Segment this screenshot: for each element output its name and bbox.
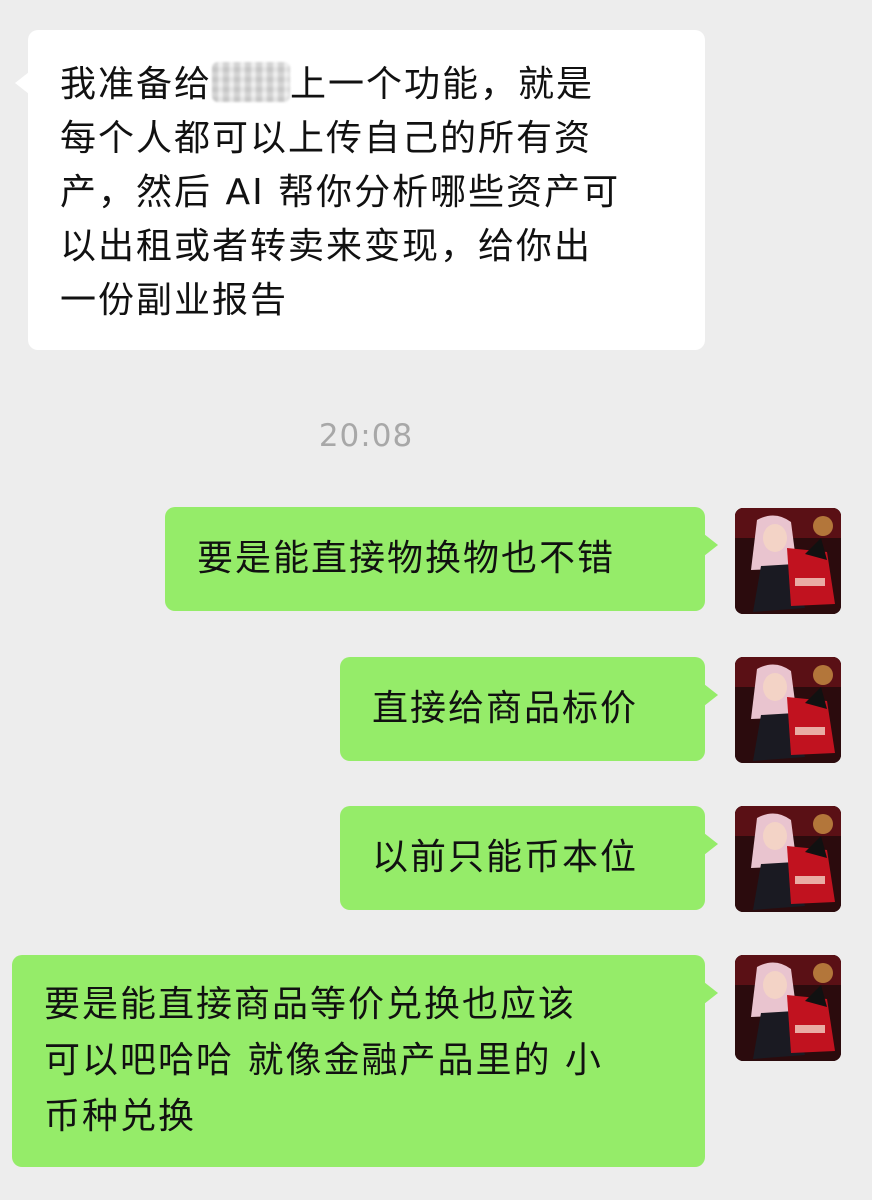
avatar[interactable] — [735, 657, 841, 763]
message-line: 每个人都可以上传自己的所有资 — [60, 118, 593, 159]
message-bubble-incoming[interactable]: 我准备给 上一个功能，就是 每个人都可以上传自己的所有资 产，然后 AI 帮你分析… — [15, 30, 705, 350]
message-bubble-outgoing[interactable]: 要是能直接商品等价兑换也应该 可以吧哈哈 就像金融产品里的 小 币种兑换 — [12, 955, 718, 1167]
anime-avatar-icon — [735, 955, 841, 1061]
message-line: 以出租或者转卖来变现，给你出 — [60, 226, 593, 267]
timestamp: 20:08 — [318, 418, 414, 454]
message-line: 币种兑换 — [44, 1096, 197, 1137]
message-text-segment: 上一个功能，就是 — [290, 64, 595, 105]
bubble-tail — [704, 833, 718, 855]
avatar[interactable] — [735, 955, 841, 1061]
message-bubble-outgoing[interactable]: 直接给商品标价 — [340, 657, 718, 761]
message-line: 一份副业报告 — [60, 280, 289, 321]
message-text: 直接给商品标价 — [372, 688, 639, 729]
anime-avatar-icon — [735, 806, 841, 912]
avatar[interactable] — [735, 508, 841, 614]
bubble-tail — [704, 982, 718, 1004]
bubble-tail — [15, 72, 29, 94]
message-text: 要是能直接物换物也不错 — [197, 538, 616, 579]
anime-avatar-icon — [735, 657, 841, 763]
message-bubble-outgoing[interactable]: 以前只能币本位 — [340, 806, 718, 910]
message-bubble-outgoing[interactable]: 要是能直接物换物也不错 — [165, 507, 718, 611]
bubble-tail — [704, 684, 718, 706]
message-line: 可以吧哈哈 就像金融产品里的 小 — [44, 1040, 603, 1081]
message-line: 产，然后 AI 帮你分析哪些资产可 — [60, 172, 621, 213]
bubble-tail — [704, 534, 718, 556]
message-line: 我准备给 上一个功能，就是 — [60, 58, 681, 112]
message-line: 要是能直接商品等价兑换也应该 — [44, 984, 577, 1025]
redacted-text — [212, 62, 291, 102]
message-text: 以前只能币本位 — [372, 837, 639, 878]
message-text-segment: 我准备给 — [60, 64, 213, 105]
anime-avatar-icon — [735, 508, 841, 614]
avatar[interactable] — [735, 806, 841, 912]
chat-view[interactable]: 我准备给 上一个功能，就是 每个人都可以上传自己的所有资 产，然后 AI 帮你分析… — [0, 0, 872, 1200]
